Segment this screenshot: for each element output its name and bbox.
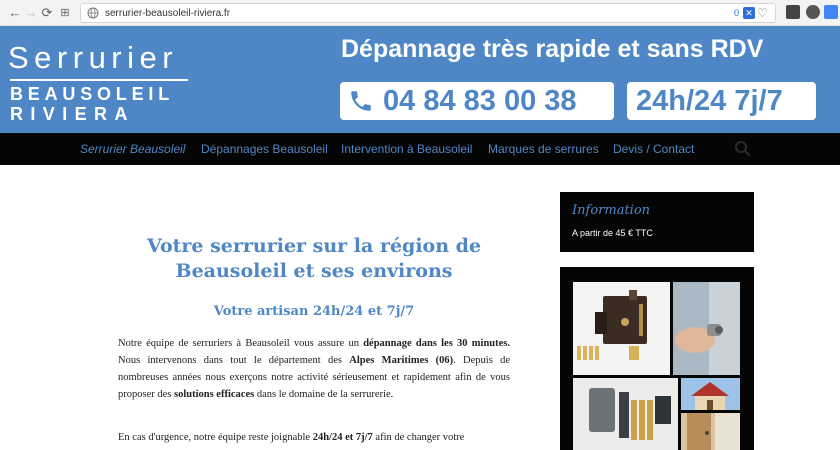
cylinders-image-icon [589, 388, 671, 440]
page-title-line2: Beausoleil et ses environs [175, 260, 453, 282]
logo-title[interactable]: Serrurier [8, 41, 178, 75]
heart-icon[interactable]: ♡ [757, 6, 770, 20]
url-text: serrurier-beausoleil-riviera.fr [105, 8, 231, 19]
browser-toolbar: ← → ⟳ ⊞ serrurier-beausoleil-riviera.fr … [0, 0, 840, 26]
intro-text-1: Notre équipe de serruriers à Beausoleil … [118, 338, 364, 349]
logo-line-beausoleil[interactable]: BEAUSOLEIL [10, 85, 174, 103]
nav-item-serrurier-beausoleil[interactable]: Serrurier Beausoleil [80, 142, 185, 156]
house-image-icon [691, 382, 729, 410]
main-nav: Serrurier Beausoleil Dépannages Beausole… [0, 133, 840, 165]
translate-icon[interactable] [824, 5, 838, 19]
phone-button[interactable]: 04 84 83 00 38 [340, 82, 614, 120]
gallery-image-cylinders[interactable] [573, 378, 678, 450]
key-hand-image-icon [673, 282, 740, 375]
nav-item-depannages[interactable]: Dépannages Beausoleil [201, 142, 328, 156]
nav-item-intervention[interactable]: Intervention à Beausoleil [341, 142, 472, 156]
urgency-text-2: afin de changer votre [372, 432, 465, 443]
lock-image-icon [577, 290, 647, 360]
gallery-image-door[interactable] [681, 413, 740, 450]
urgency-paragraph: En cas d'urgence, notre équipe reste joi… [118, 429, 510, 446]
intro-bold-30min: dépannage dans les 30 minutes. [363, 338, 510, 349]
info-widget: Information A partir de 45 € TTC [560, 192, 754, 252]
header-tagline: Dépannage très rapide et sans RDV [341, 35, 764, 63]
pocket-icon[interactable] [786, 5, 800, 19]
page-title: Votre serrurier sur la région de Beausol… [118, 234, 510, 284]
gallery-image-key-hand[interactable] [673, 282, 740, 375]
page-subtitle: Votre artisan 24h/24 et 7j/7 [213, 304, 415, 319]
hours-badge: 24h/24 7j/7 [627, 82, 816, 120]
info-price: A partir de 45 € TTC [572, 228, 653, 238]
phone-icon [351, 91, 371, 111]
hours-text: 24h/24 7j/7 [636, 85, 783, 117]
intro-text-4: dans le domaine de la serrurerie. [254, 389, 394, 400]
address-bar[interactable]: serrurier-beausoleil-riviera.fr 0 ✕ ♡ [80, 3, 776, 23]
apps-grid-icon[interactable]: ⊞ [56, 4, 74, 22]
gallery-image-house[interactable] [681, 378, 740, 410]
logo-divider [10, 79, 188, 81]
logo-line-riviera[interactable]: RIVIERA [10, 105, 135, 123]
nav-item-marques[interactable]: Marques de serrures [488, 142, 599, 156]
extension-x-icon[interactable]: ✕ [743, 7, 755, 19]
globe-icon [87, 7, 99, 19]
info-title: Information [572, 203, 651, 218]
intro-bold-alpes: Alpes Maritimes (06) [349, 355, 454, 366]
intro-bold-solutions: solutions efficaces [174, 389, 255, 400]
shield-icon[interactable] [806, 5, 820, 19]
site-header: Serrurier BEAUSOLEIL RIVIERA Dépannage t… [0, 26, 840, 133]
extension-count: 0 [733, 8, 739, 18]
page-content: Votre serrurier sur la région de Beausol… [0, 165, 840, 450]
intro-text-2: Nous intervenons dans tout le départemen… [118, 355, 350, 366]
page-title-line1: Votre serrurier sur la région de [146, 235, 482, 257]
phone-number: 04 84 83 00 38 [383, 85, 577, 117]
search-icon[interactable] [734, 140, 751, 157]
urgency-text-1: En cas d'urgence, notre équipe reste joi… [118, 432, 313, 443]
nav-item-devis-contact[interactable]: Devis / Contact [613, 142, 694, 156]
reload-icon[interactable]: ⟳ [38, 4, 56, 22]
urgency-bold-hours: 24h/24 et 7j/7 [312, 432, 373, 443]
door-image-icon [687, 413, 740, 450]
gallery-image-lock[interactable] [573, 282, 670, 375]
intro-paragraph: Notre équipe de serruriers à Beausoleil … [118, 335, 510, 403]
lock-gallery [560, 267, 754, 450]
